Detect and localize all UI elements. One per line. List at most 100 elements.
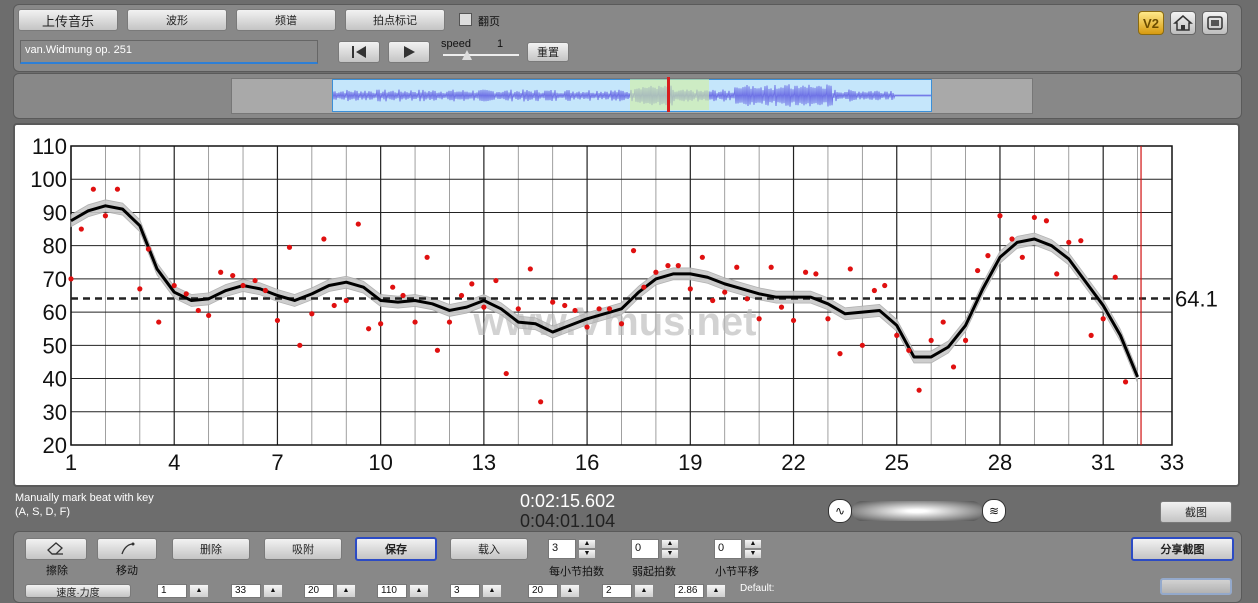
erase-button[interactable] xyxy=(25,538,87,560)
upload-music-button[interactable]: 上传音乐 xyxy=(18,9,118,31)
beat-tempo-point xyxy=(171,282,177,289)
beats-per-bar-down-button[interactable]: ▼ xyxy=(578,549,596,559)
play-button[interactable] xyxy=(388,41,430,63)
beat-tempo-point xyxy=(997,213,1003,219)
beat-tempo-point xyxy=(286,244,293,250)
move-icon xyxy=(121,542,135,555)
watermark-text: www.Vmus.net xyxy=(472,300,756,344)
range-end-value[interactable]: 33 xyxy=(231,584,261,598)
page-turn-checkbox[interactable] xyxy=(459,13,472,26)
beat-tempo-point xyxy=(882,282,888,289)
x-tick-label: 28 xyxy=(988,450,1012,475)
x-tick-label: 22 xyxy=(781,450,805,475)
beat-tempo-point xyxy=(756,316,762,322)
beat-tempo-point xyxy=(584,324,590,330)
y-tick-label: 80 xyxy=(43,234,67,259)
beat-tempo-point xyxy=(400,292,406,299)
fullscreen-icon xyxy=(1207,16,1223,30)
fullscreen-button[interactable] xyxy=(1202,11,1228,35)
beat-tempo-point xyxy=(1043,218,1050,224)
beat-tempo-point xyxy=(653,269,659,275)
play-icon xyxy=(404,46,415,58)
beat-tempo-point xyxy=(744,296,750,302)
x-tick-label: 16 xyxy=(575,450,599,475)
beats-per-bar-value[interactable]: 3 xyxy=(548,539,576,559)
beat-tempo-point xyxy=(458,292,465,299)
move-button[interactable] xyxy=(97,538,157,560)
bar-shift-down-button[interactable]: ▼ xyxy=(744,549,762,559)
y-max-up-button[interactable]: ▲ xyxy=(409,584,429,598)
share-screenshot-button[interactable]: 分享截图 xyxy=(1131,537,1234,561)
dyn-min-up-button[interactable]: ▲ xyxy=(560,584,580,598)
skip-start-button[interactable] xyxy=(338,41,380,63)
range-end-up-button[interactable]: ▲ xyxy=(263,584,283,598)
default-label: Default: xyxy=(740,583,775,594)
bar-shift-label: 小节平移 xyxy=(715,566,759,578)
beat-tempo-point xyxy=(734,264,740,270)
beat-tempo-point xyxy=(1066,239,1072,245)
bar-shift-up-button[interactable]: ▲ xyxy=(744,539,762,549)
beat-tempo-point xyxy=(366,326,372,332)
file-name-field[interactable]: van.Widmung op. 251 xyxy=(20,40,318,64)
smooth-value[interactable]: 3 xyxy=(450,584,480,598)
load-button[interactable]: 载入 xyxy=(450,538,528,560)
beat-tempo-point xyxy=(596,306,602,312)
dyn-step-up-button[interactable]: ▲ xyxy=(634,584,654,598)
speed-slider-track[interactable] xyxy=(443,54,519,56)
beat-tempo-point xyxy=(562,302,568,309)
dyn-scale-up-button[interactable]: ▲ xyxy=(706,584,726,598)
attach-button[interactable]: 吸附 xyxy=(264,538,342,560)
y-max-value[interactable]: 110 xyxy=(377,584,407,598)
home-button[interactable] xyxy=(1170,11,1196,35)
overview-playhead[interactable] xyxy=(667,77,670,112)
range-start-value[interactable]: 1 xyxy=(157,584,187,598)
erase-label: 擦除 xyxy=(46,565,68,577)
beat-mark-button[interactable]: 拍点标记 xyxy=(345,9,445,31)
volume-slider-bar[interactable] xyxy=(852,501,982,521)
beats-per-bar-up-button[interactable]: ▲ xyxy=(578,539,596,549)
beat-tempo-point xyxy=(515,306,521,312)
y-min-value[interactable]: 20 xyxy=(304,584,334,598)
curve-confidence-band xyxy=(70,199,1138,384)
pickup-beats-down-button[interactable]: ▼ xyxy=(661,549,679,559)
beat-tempo-point xyxy=(390,284,396,290)
extra-button[interactable] xyxy=(1160,578,1232,595)
beat-tempo-point xyxy=(297,342,303,348)
beat-tempo-point xyxy=(916,387,922,393)
y-tick-label: 100 xyxy=(30,167,67,192)
beat-tempo-point xyxy=(825,316,831,322)
dyn-min-value[interactable]: 20 xyxy=(528,584,558,598)
tempo-chart[interactable]: 110 100 90 80 70 60 50 40 30 201 4 7 10 13 16 19 22 25 28 3… xyxy=(15,125,1238,485)
smooth-up-button[interactable]: ▲ xyxy=(482,584,502,598)
x-tick-label: 31 xyxy=(1091,450,1115,475)
screenshot-button[interactable]: 截图 xyxy=(1160,501,1232,523)
beat-tempo-point xyxy=(894,332,900,338)
speed-dynamics-button[interactable]: 速度·力度 xyxy=(25,584,131,599)
beat-tempo-point xyxy=(503,370,509,377)
home-icon xyxy=(1173,15,1193,31)
save-button[interactable]: 保存 xyxy=(355,537,437,561)
beat-tempo-point xyxy=(641,284,647,290)
beat-tempo-point xyxy=(778,304,785,310)
beat-tempo-point xyxy=(572,307,578,314)
x-tick-label: 25 xyxy=(885,450,909,475)
beat-tempo-point xyxy=(665,263,671,269)
beat-tempo-point xyxy=(527,266,533,272)
pickup-beats-up-button[interactable]: ▲ xyxy=(661,539,679,549)
waveform-button[interactable]: 波形 xyxy=(127,9,227,31)
y-tick-label: 30 xyxy=(43,400,67,425)
spectrum-button[interactable]: 频谱 xyxy=(236,9,336,31)
beat-tempo-point xyxy=(802,269,809,275)
dyn-scale-value[interactable]: 2.86 xyxy=(674,584,704,598)
bar-shift-value[interactable]: 0 xyxy=(714,539,742,559)
reset-speed-button[interactable]: 重置 xyxy=(527,42,569,62)
range-start-up-button[interactable]: ▲ xyxy=(189,584,209,598)
dyn-step-value[interactable]: 2 xyxy=(602,584,632,598)
pickup-beats-value[interactable]: 0 xyxy=(631,539,659,559)
beat-tempo-point xyxy=(950,364,957,370)
speed-slider-thumb[interactable] xyxy=(462,50,472,60)
volume-slider[interactable]: ∿ ≋ xyxy=(828,499,1006,523)
version-badge[interactable]: V2 xyxy=(1138,11,1164,35)
delete-button[interactable]: 删除 xyxy=(172,538,250,560)
y-min-up-button[interactable]: ▲ xyxy=(336,584,356,598)
